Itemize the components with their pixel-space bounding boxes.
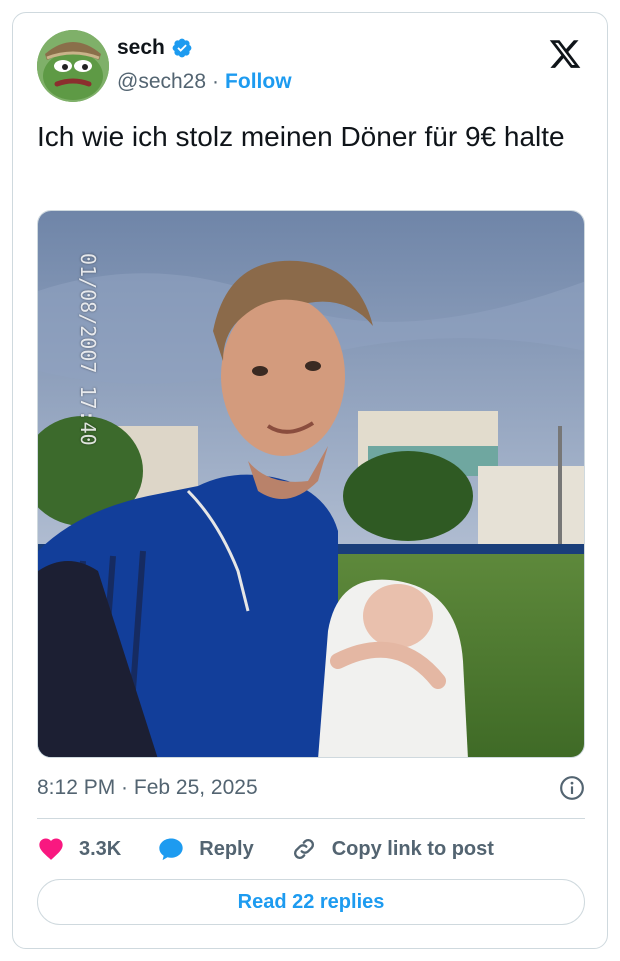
x-logo-icon[interactable] <box>547 37 583 71</box>
divider <box>37 818 585 819</box>
link-icon <box>293 838 314 860</box>
tweet-card: sech @sech28 · Follow Ich wie ich stolz … <box>12 12 608 949</box>
tweet-timestamp[interactable]: 8:12 PM · Feb 25, 2025 <box>37 776 258 800</box>
reply-button[interactable]: Reply <box>157 835 254 863</box>
author-handle[interactable]: @sech28 <box>117 70 206 94</box>
verified-badge-icon <box>172 38 192 58</box>
read-replies-button[interactable]: Read 22 replies <box>37 879 585 925</box>
reply-label: Reply <box>199 837 254 860</box>
tweet-text: Ich wie ich stolz meinen Döner für 9€ ha… <box>37 121 565 152</box>
author-name-row: sech <box>117 36 193 60</box>
like-count: 3.3K <box>79 837 122 860</box>
action-bar: 3.3K Reply Copy link to post <box>37 833 530 865</box>
separator-dot: · <box>212 70 220 93</box>
tweet-meta-row: 8:12 PM · Feb 25, 2025 <box>37 775 585 801</box>
avatar[interactable] <box>37 30 109 102</box>
copy-link-button[interactable]: Copy link to post <box>290 835 494 863</box>
author-display-name[interactable]: sech <box>117 36 165 60</box>
follow-button[interactable]: Follow <box>225 70 292 94</box>
info-icon[interactable] <box>559 775 585 801</box>
photo-image <box>38 211 584 757</box>
tweet-photo[interactable]: 01/08/2007 17:40 <box>37 210 585 758</box>
like-button[interactable]: 3.3K <box>37 835 121 863</box>
photo-date-overlay: 01/08/2007 17:40 <box>76 253 100 446</box>
author-handle-row: @sech28 · Follow <box>117 70 292 94</box>
reply-bubble-icon <box>159 838 183 861</box>
heart-icon <box>39 838 63 860</box>
copy-link-label: Copy link to post <box>331 837 494 860</box>
